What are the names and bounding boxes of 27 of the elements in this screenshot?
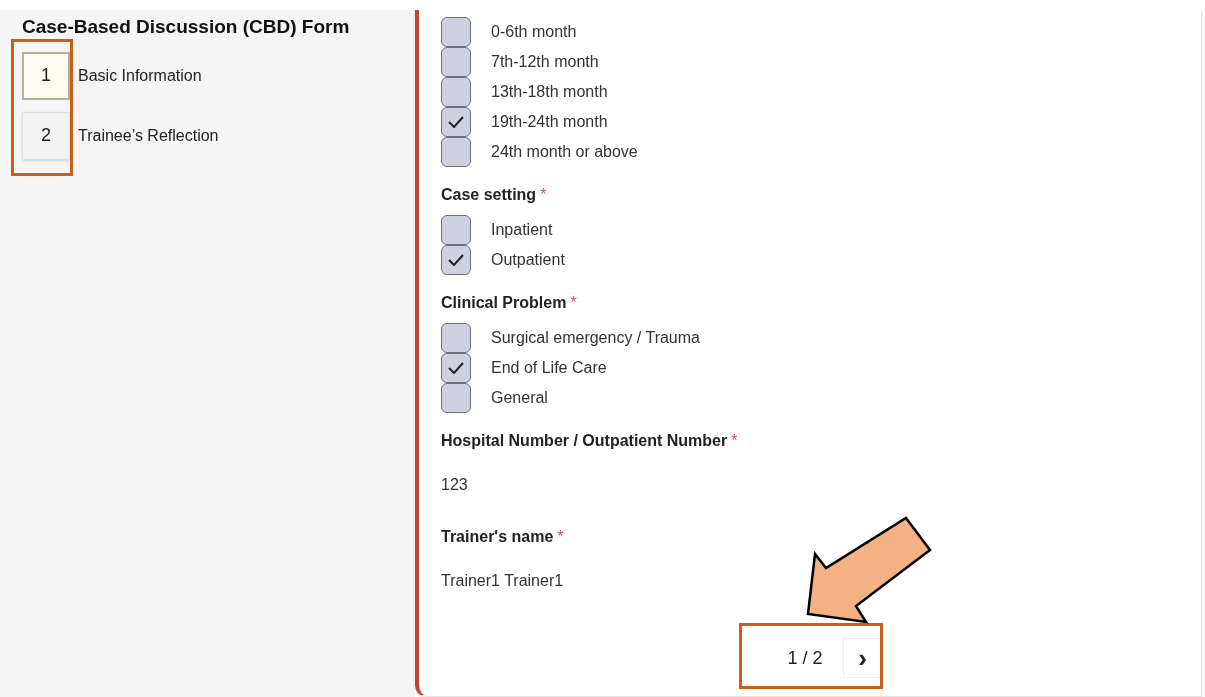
field-label: Hospital Number / Outpatient Number <box>441 431 728 451</box>
option-label: 13th-18th month <box>491 82 608 102</box>
option-label: Inpatient <box>491 220 553 240</box>
step-number[interactable]: 2 <box>22 111 70 160</box>
step-label[interactable]: Basic Information <box>78 63 202 88</box>
option-label: End of Life Care <box>491 358 607 378</box>
option-label: 24th month or above <box>491 142 638 162</box>
required-asterisk: * <box>557 527 564 547</box>
option-label: Outpatient <box>491 250 565 270</box>
field-label: Case setting <box>441 185 537 205</box>
required-asterisk: * <box>570 293 577 313</box>
page-indicator: 1 / 2 <box>787 646 823 670</box>
option-label: Surgical emergency / Trauma <box>491 328 700 348</box>
field-label: Clinical Problem <box>441 293 567 313</box>
form-title: Case-Based Discussion (CBD) Form <box>22 15 351 39</box>
required-asterisk: * <box>540 185 547 205</box>
option-label: General <box>491 388 548 408</box>
option-label: 19th-24th month <box>491 112 608 132</box>
option-label: 0-6th month <box>491 22 577 42</box>
field-value: 123 <box>441 475 469 495</box>
step-label[interactable]: Trainee’s Reflection <box>78 123 219 148</box>
step-number[interactable]: 1 <box>22 51 70 100</box>
next-page-button[interactable]: › <box>842 638 883 678</box>
field-label: Trainer's name <box>441 527 554 547</box>
option-label: 7th-12th month <box>491 52 599 72</box>
field-value: Trainer1 Trainer1 <box>441 571 565 591</box>
required-asterisk: * <box>731 431 738 451</box>
